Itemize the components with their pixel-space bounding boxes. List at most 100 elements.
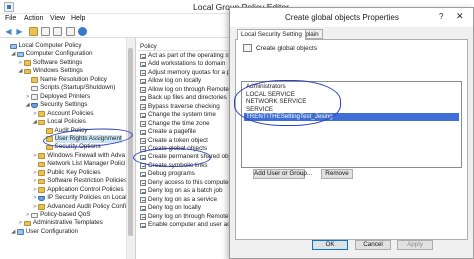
policy-row[interactable]: Create a token object: [137, 137, 236, 145]
tree-item-label: IP Security Policies on Local: [47, 194, 127, 202]
tree-item[interactable]: > Windows Firewall with Adva: [0, 152, 126, 160]
policy-row-label: Deny log on through Remote Des: [148, 212, 236, 220]
policy-row[interactable]: Create a pagefile: [137, 128, 236, 136]
policy-row[interactable]: Act as part of the operating system: [137, 52, 236, 60]
tree-item[interactable]: > Deployed Printers: [0, 93, 126, 101]
policy-setting-icon: [140, 129, 146, 136]
tree-item[interactable]: ◢ User Configuration: [0, 228, 126, 236]
policy-row[interactable]: Deny log on through Remote Des: [137, 213, 236, 221]
ok-button[interactable]: OK: [312, 240, 348, 250]
tree-expander-icon[interactable]: >: [32, 169, 38, 177]
policy-setting-icon: [140, 78, 146, 85]
cancel-button[interactable]: Cancel: [355, 240, 391, 250]
policy-row[interactable]: Change the time zone: [137, 120, 236, 128]
back-arrow-icon[interactable]: ◀: [4, 27, 13, 36]
show-hide-tree-icon[interactable]: [41, 27, 50, 36]
policy-row[interactable]: Bypass traverse checking: [137, 103, 236, 111]
policy-row-label: Deny access to this computer fro: [148, 178, 236, 186]
policy-column-header[interactable]: Policy: [137, 42, 236, 51]
policy-row[interactable]: Allow log on through Remote Deskt: [137, 86, 236, 94]
folder-icon: [38, 204, 46, 210]
tab-local-security-setting[interactable]: Local Security Setting: [237, 29, 306, 40]
tree-item[interactable]: > Public Key Policies: [0, 169, 126, 177]
policy-row[interactable]: Deny log on locally: [137, 204, 236, 212]
tree-item[interactable]: > Administrative Templates: [0, 219, 126, 227]
dialog-help-icon[interactable]: ?: [439, 12, 443, 21]
tree-item[interactable]: ◢ Windows Settings: [0, 67, 126, 75]
policy-row[interactable]: Add workstations to domain: [137, 60, 236, 68]
policy-setting-icon: [140, 112, 146, 119]
remove-button[interactable]: Remove: [321, 169, 353, 179]
folder-icon: [23, 68, 31, 75]
tree-item[interactable]: ◢ Security Settings: [0, 101, 126, 109]
tree-item-label: Network List Manager Polici: [47, 160, 126, 168]
annotation-ring-create-global-objects: [133, 148, 211, 167]
dialog-close-icon[interactable]: ✕: [456, 11, 464, 22]
policy-setting-icon: [140, 214, 146, 220]
tree-expander-icon[interactable]: >: [32, 110, 38, 118]
tree-expander-icon[interactable]: >: [32, 186, 38, 194]
folder-up-icon[interactable]: [29, 27, 38, 36]
tree-expander-icon[interactable]: ◢: [17, 67, 23, 75]
policy-row[interactable]: Deny access to this computer fro: [137, 179, 236, 187]
tree-item[interactable]: Name Resolution Policy: [0, 76, 126, 84]
tree-expander-icon[interactable]: >: [25, 211, 31, 219]
tree-item[interactable]: > Software Restriction Policies: [0, 177, 127, 185]
tree-item[interactable]: > Software Settings: [0, 59, 126, 67]
tree-expander-icon[interactable]: ◢: [32, 118, 38, 126]
tree-item[interactable]: > Account Policies: [0, 110, 126, 118]
policy-row-label: Create a pagefile: [148, 128, 196, 136]
policy-column-label: Policy: [140, 43, 157, 50]
tree-expander-icon[interactable]: ◢: [10, 228, 16, 236]
policy-row-label: Act as part of the operating system: [148, 52, 236, 59]
policy-row[interactable]: Change the system time: [137, 111, 236, 119]
policy-row[interactable]: Debug programs: [137, 170, 236, 178]
tree-scrollbar-thumb[interactable]: [128, 48, 133, 236]
tree-item-label: Deployed Printers: [40, 92, 91, 100]
help-icon[interactable]: [78, 27, 87, 36]
export-list-icon[interactable]: [53, 27, 62, 36]
tree-item[interactable]: > IP Security Policies on Local: [0, 194, 127, 202]
tree-expander-icon[interactable]: >: [17, 219, 23, 227]
tree-expander-icon[interactable]: >: [32, 177, 38, 185]
menu-action[interactable]: Action: [24, 15, 43, 22]
tree-expander-icon[interactable]: >: [17, 59, 23, 67]
menu-view[interactable]: View: [50, 15, 65, 22]
tree-expander-icon[interactable]: >: [32, 203, 38, 211]
tree-expander-icon[interactable]: ◢: [10, 50, 16, 58]
tree-item[interactable]: ◢ Computer Configuration: [0, 50, 126, 58]
tree-item-label: User Configuration: [25, 227, 79, 235]
tree-item[interactable]: Network List Manager Polici: [0, 160, 126, 168]
forward-arrow-icon[interactable]: ▶: [15, 27, 24, 36]
folder-icon: [38, 111, 46, 117]
tree-item[interactable]: Scripts (Startup/Shutdown): [0, 84, 126, 92]
tree-expander-icon[interactable]: >: [32, 152, 38, 160]
console-tree: Local Computer Policy ◢ Computer Configura…: [0, 38, 136, 259]
tree-expander-icon[interactable]: >: [32, 194, 38, 202]
policy-row[interactable]: Enable computer and user accou: [137, 221, 236, 229]
policy-row[interactable]: Deny log on as a batch job: [137, 187, 236, 195]
tree-item[interactable]: > Application Control Policies: [0, 186, 126, 194]
policy-row[interactable]: Adjust memory quotas for a process: [137, 69, 236, 77]
tree-item-label: Computer Configuration: [25, 50, 93, 58]
policy-row[interactable]: Allow log on locally: [137, 77, 236, 85]
policy-setting-icon: [140, 138, 146, 144]
tree-item[interactable]: ◢ Local Policies: [0, 118, 126, 126]
tree-item[interactable]: Local Computer Policy: [0, 42, 126, 50]
apply-button[interactable]: Apply: [397, 240, 433, 250]
menu-help[interactable]: Help: [71, 15, 85, 22]
menu-file[interactable]: File: [5, 15, 16, 22]
tree-expander-icon[interactable]: >: [25, 93, 31, 101]
policy-row-label: Change the time zone: [148, 119, 210, 127]
policy-row[interactable]: Deny log on as a service: [137, 196, 236, 204]
policy-setting-icon: [140, 180, 146, 186]
tree-item[interactable]: > Policy-based QoS: [0, 211, 126, 219]
computer-icon: [16, 51, 24, 58]
tree-expander-icon[interactable]: ◢: [25, 101, 31, 109]
policy-setting-icon: [140, 95, 146, 102]
add-user-or-group-button[interactable]: Add User or Group...: [253, 169, 312, 179]
tree-item[interactable]: > Advanced Audit Policy Config: [0, 203, 130, 211]
policy-row[interactable]: Back up files and directories: [137, 94, 236, 102]
properties-icon[interactable]: [66, 27, 75, 36]
tree-item-label: Windows Settings: [32, 67, 83, 75]
